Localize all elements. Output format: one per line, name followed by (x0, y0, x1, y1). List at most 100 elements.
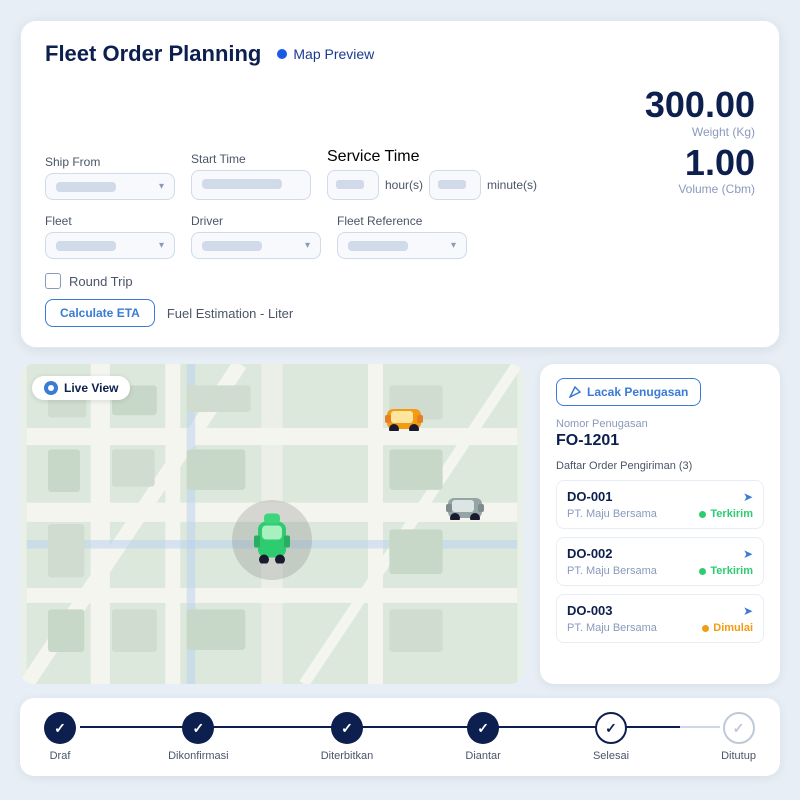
timeline-step-dikonfirmasi: ✓ Dikonfirmasi (168, 712, 229, 762)
fuel-estimation-label: Fuel Estimation - Liter (167, 306, 293, 321)
timeline-step-diantar: ✓ Diantar (465, 712, 500, 762)
volume-value: 1.00 (685, 143, 755, 183)
hours-unit-label: hour(s) (385, 178, 423, 192)
card-title: Fleet Order Planning (45, 41, 261, 67)
lacak-penugasan-button[interactable]: Lacak Penugasan (556, 378, 701, 406)
minutes-unit-label: minute(s) (487, 178, 537, 192)
fleet-select[interactable]: ▾ (45, 232, 175, 259)
order-company-do002: PT. Maju Bersama (567, 565, 657, 577)
daftar-order-label: Daftar Order Pengiriman (3) (556, 460, 764, 472)
weight-volume-section: 300.00 Weight (Kg) 1.00 Volume (Cbm) (645, 85, 755, 200)
navigate-icon[interactable]: ➤ (743, 547, 753, 561)
fleet-label: Fleet (45, 214, 175, 228)
start-time-input[interactable] (191, 170, 311, 200)
chevron-down-icon: ▾ (159, 181, 164, 192)
fleet-order-card: Fleet Order Planning Map Preview Ship Fr… (20, 20, 780, 348)
map-dot-icon (277, 49, 287, 59)
navigation-icon (569, 386, 581, 398)
map-container: Live View (20, 364, 524, 684)
status-dot-icon (702, 625, 709, 632)
order-footer: PT. Maju Bersama Terkirim (567, 508, 753, 520)
service-time-minutes-input[interactable] (429, 170, 481, 200)
round-trip-label: Round Trip (69, 274, 133, 289)
fo-number: FO-1201 (556, 432, 764, 450)
order-item-header: DO-003 ➤ (567, 603, 753, 618)
chevron-down-icon: ▾ (451, 240, 456, 251)
timeline-step-draf: ✓ Draf (44, 712, 76, 762)
live-icon (44, 381, 58, 395)
navigate-icon[interactable]: ➤ (743, 604, 753, 618)
status-dot-icon (699, 568, 706, 575)
fleet-reference-select[interactable]: ▾ (337, 232, 467, 259)
start-time-label: Start Time (191, 152, 311, 166)
status-badge-do001: Terkirim (699, 508, 753, 520)
timeline-circle-draf: ✓ (44, 712, 76, 744)
service-time-group: Service Time hour(s) minute(s) (327, 148, 537, 200)
right-panel: Lacak Penugasan Nomor Penugasan FO-1201 … (540, 364, 780, 684)
weight-value: 300.00 (645, 85, 755, 125)
order-company-do003: PT. Maju Bersama (567, 622, 657, 634)
order-item-header: DO-001 ➤ (567, 489, 753, 504)
round-trip-row: Round Trip (45, 273, 755, 289)
status-badge-do003: Dimulai (702, 622, 753, 634)
status-badge-do002: Terkirim (699, 565, 753, 577)
order-item-header: DO-002 ➤ (567, 546, 753, 561)
status-dot-icon (699, 511, 706, 518)
fleet-group: Fleet ▾ (45, 214, 175, 259)
order-footer: PT. Maju Bersama Terkirim (567, 565, 753, 577)
form-row-1: Ship From ▾ Start Time Service Time hour… (45, 85, 755, 200)
service-time-hours-input[interactable] (327, 170, 379, 200)
timeline-circle-ditutup: ✓ (723, 712, 755, 744)
timeline-label-draf: Draf (50, 750, 71, 762)
fleet-reference-group: Fleet Reference ▾ (337, 214, 467, 259)
timeline-label-selesai: Selesai (593, 750, 629, 762)
timeline-circle-diterbitkan: ✓ (331, 712, 363, 744)
chevron-down-icon: ▾ (305, 240, 310, 251)
weight-label: Weight (Kg) (692, 125, 755, 139)
driver-group: Driver ▾ (191, 214, 321, 259)
timeline-label-diantar: Diantar (465, 750, 500, 762)
map-preview-label: Map Preview (293, 46, 374, 62)
timeline-card: ✓ Draf ✓ Dikonfirmasi ✓ Diterbitkan ✓ Di… (20, 698, 780, 776)
timeline-label-ditutup: Ditutup (721, 750, 756, 762)
order-id-do001: DO-001 (567, 489, 613, 504)
start-time-group: Start Time (191, 152, 311, 200)
timeline-circle-dikonfirmasi: ✓ (182, 712, 214, 744)
eta-row: Calculate ETA Fuel Estimation - Liter (45, 299, 755, 327)
ship-from-label: Ship From (45, 155, 175, 169)
timeline-circle-selesai: ✓ (595, 712, 627, 744)
fleet-reference-label: Fleet Reference (337, 214, 467, 228)
service-time-label: Service Time (327, 148, 537, 166)
order-item-do001: DO-001 ➤ PT. Maju Bersama Terkirim (556, 480, 764, 529)
timeline-step-selesai: ✓ Selesai (593, 712, 629, 762)
timeline-circle-diantar: ✓ (467, 712, 499, 744)
card-header: Fleet Order Planning Map Preview (45, 41, 755, 67)
live-view-label: Live View (64, 381, 118, 395)
timeline-label-diterbitkan: Diterbitkan (321, 750, 374, 762)
order-footer: PT. Maju Bersama Dimulai (567, 622, 753, 634)
order-id-do002: DO-002 (567, 546, 613, 561)
order-company-do001: PT. Maju Bersama (567, 508, 657, 520)
volume-label: Volume (Cbm) (678, 182, 755, 196)
orange-vehicle-icon (385, 403, 423, 436)
timeline-step-diterbitkan: ✓ Diterbitkan (321, 712, 374, 762)
chevron-down-icon: ▾ (159, 240, 164, 251)
map-preview-badge: Map Preview (277, 46, 374, 62)
order-item-do002: DO-002 ➤ PT. Maju Bersama Terkirim (556, 537, 764, 586)
order-item-do003: DO-003 ➤ PT. Maju Bersama Dimulai (556, 594, 764, 643)
order-id-do003: DO-003 (567, 603, 613, 618)
timeline-label-dikonfirmasi: Dikonfirmasi (168, 750, 229, 762)
ship-from-select[interactable]: ▾ (45, 173, 175, 200)
bottom-section: Live View Lacak Penugasan Nomor Penugasa… (20, 364, 780, 684)
form-row-2: Fleet ▾ Driver ▾ Fleet Reference ▾ (45, 214, 755, 259)
live-view-badge: Live View (32, 376, 130, 400)
navigate-icon[interactable]: ➤ (743, 490, 753, 504)
driver-select[interactable]: ▾ (191, 232, 321, 259)
driver-label: Driver (191, 214, 321, 228)
nomor-penugasan-label: Nomor Penugasan (556, 418, 764, 430)
timeline-step-ditutup: ✓ Ditutup (721, 712, 756, 762)
gray-vehicle-icon (446, 492, 484, 525)
round-trip-checkbox[interactable] (45, 273, 61, 289)
calculate-eta-button[interactable]: Calculate ETA (45, 299, 155, 327)
ship-from-group: Ship From ▾ (45, 155, 175, 200)
